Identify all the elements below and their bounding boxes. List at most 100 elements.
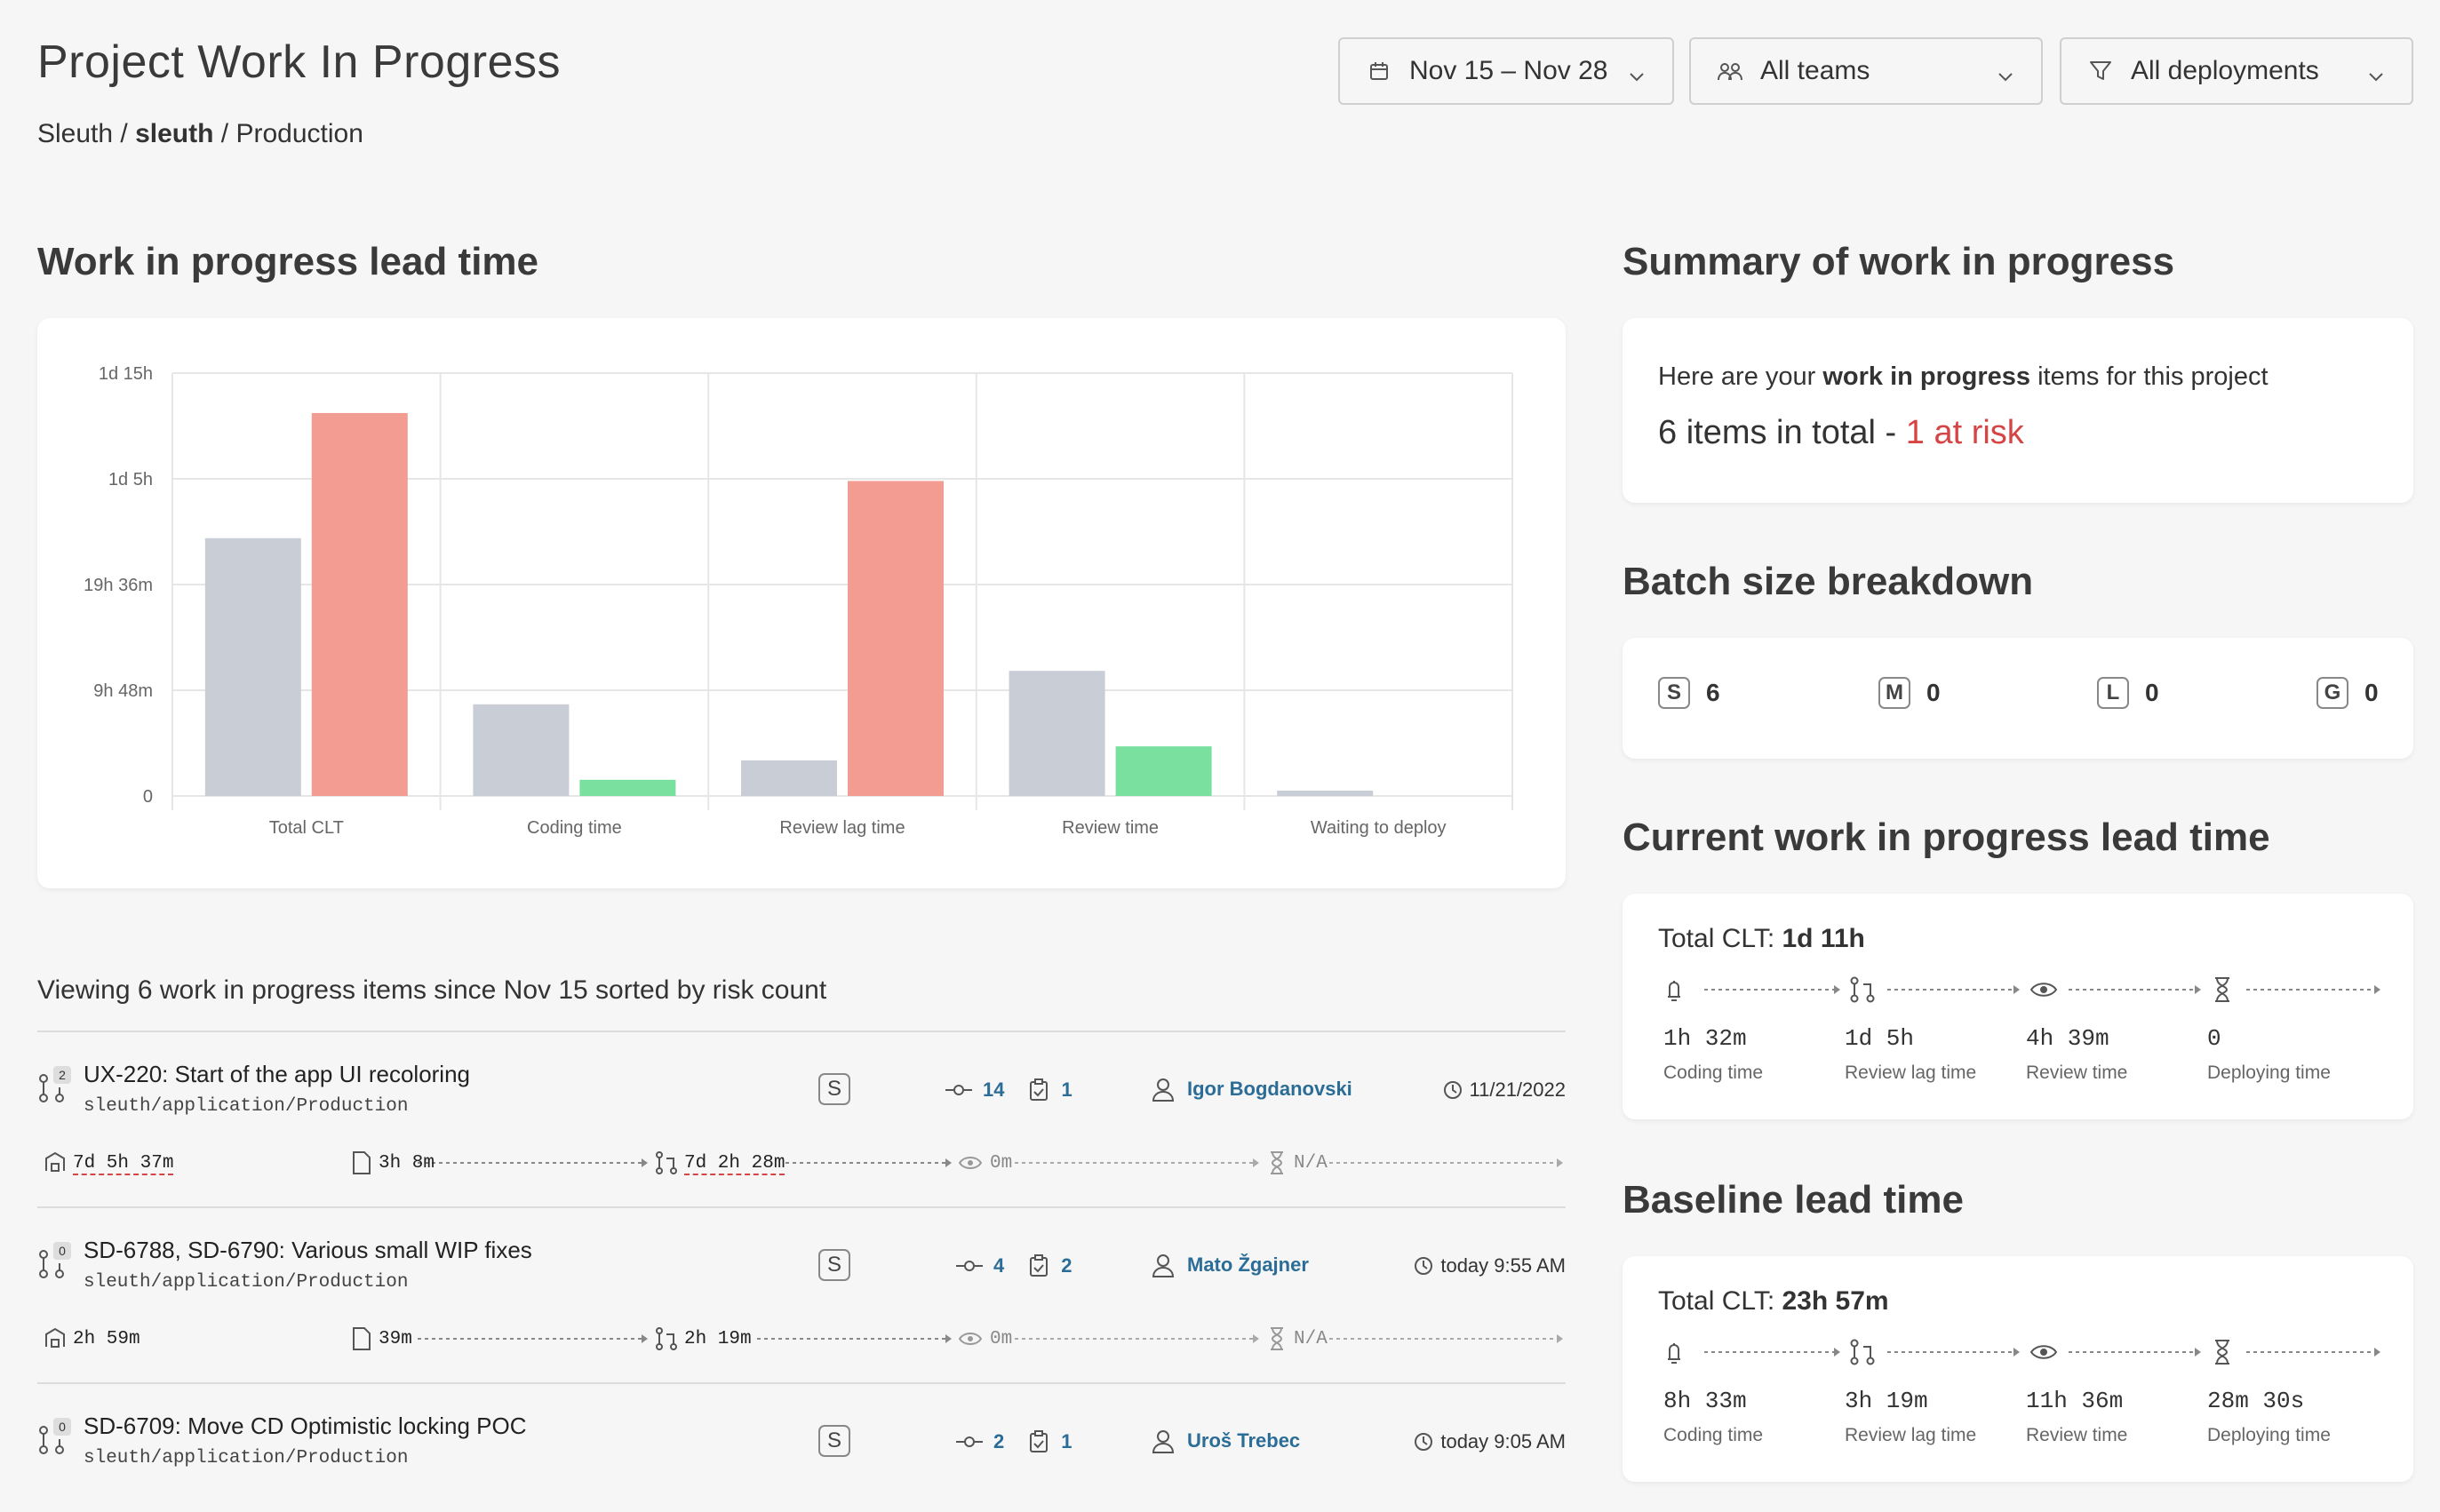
breadcrumb: Sleuth / sleuth / Production	[37, 119, 363, 148]
item-date: today 9:55 AM	[1414, 1254, 1566, 1277]
baseline-review-lag-value: 3h 19m	[1845, 1388, 1928, 1414]
current-review-lag-value: 1d 5h	[1845, 1025, 1915, 1052]
bar-current	[1115, 746, 1212, 796]
wip-chart-card: 0 9h 48m 19h 36m 1d 5h 1d 15h Total CLT Coding…	[37, 318, 1566, 888]
eye-icon	[2029, 983, 2058, 997]
item-path: sleuth/application/Production	[84, 1096, 409, 1117]
baseline-review-value: 11h 36m	[2026, 1388, 2124, 1414]
teams-filter[interactable]: All teams	[1689, 37, 2043, 105]
batch-count: 0	[1926, 679, 1941, 706]
batch-count: 0	[2145, 679, 2159, 706]
viewing-text: Viewing 6 work in progress items since N…	[37, 975, 827, 1005]
x-category-label: Review time	[1062, 818, 1159, 838]
batch-item-g: G0	[2316, 677, 2379, 709]
author[interactable]: Mato Žgajner	[1152, 1253, 1309, 1277]
batch-item-l: L0	[2097, 677, 2159, 709]
batch-badge: S	[818, 1249, 850, 1281]
item-date: today 9:05 AM	[1414, 1430, 1566, 1453]
current-review-value: 4h 39m	[2026, 1025, 2109, 1052]
batch-count: 0	[2364, 679, 2379, 706]
item-title[interactable]: SD-6788, SD-6790: Various small WIP fixe…	[84, 1237, 532, 1264]
eye-icon	[958, 1333, 983, 1345]
list-item[interactable]: 2	[37, 1031, 1566, 1206]
pull-request-icon: 0	[39, 1418, 71, 1454]
pull-request-icon	[1850, 1339, 1875, 1365]
user-icon	[1152, 1254, 1175, 1277]
commits-count[interactable]: 14 1	[945, 1078, 1072, 1102]
file-icon	[353, 1327, 371, 1350]
item-path: sleuth/application/Production	[84, 1448, 409, 1468]
deploy-icon	[45, 1327, 65, 1348]
deployments-value: All deployments	[2131, 56, 2319, 85]
current-clt: Total CLT: 1d 11h	[1658, 924, 1865, 953]
pr-count: 2	[59, 1068, 66, 1082]
item-flow	[45, 1151, 1563, 1174]
list-item[interactable]: 0	[37, 1382, 1566, 1512]
deploy-icon	[45, 1151, 65, 1172]
date-range-filter[interactable]: Nov 15 – Nov 28	[1338, 37, 1674, 105]
eye-icon	[2029, 1345, 2058, 1359]
bar-baseline	[1277, 790, 1374, 796]
pull-request-icon: 0	[39, 1242, 71, 1278]
clock-icon	[1443, 1081, 1462, 1099]
bar-baseline	[204, 537, 301, 796]
x-category-label: Total CLT	[269, 818, 344, 838]
user-icon	[1152, 1430, 1175, 1453]
batch-heading: Batch size breakdown	[1623, 560, 2034, 603]
item-title[interactable]: SD-6709: Move CD Optimistic locking POC	[84, 1413, 526, 1440]
pull-request-icon	[656, 1151, 677, 1174]
wip-chart-heading: Work in progress lead time	[37, 240, 539, 283]
review-lag-time: 2h 19m	[684, 1329, 752, 1349]
issue-icon	[1030, 1254, 1049, 1277]
date-range-value: Nov 15 – Nov 28	[1409, 56, 1608, 85]
author[interactable]: Igor Bogdanovski	[1152, 1077, 1352, 1102]
page-title: Project Work In Progress	[37, 36, 562, 88]
breadcrumb-env[interactable]: Production	[235, 119, 363, 148]
current-lt-flow	[1668, 976, 2380, 1003]
bar-baseline	[1009, 671, 1105, 796]
clock-icon	[1415, 1433, 1433, 1451]
deploy-time: N/A	[1294, 1153, 1328, 1174]
deployments-filter[interactable]: All deployments	[2060, 37, 2413, 105]
current-coding-label: Coding time	[1663, 1062, 1764, 1083]
batch-badge: S	[1658, 677, 1690, 709]
item-flow	[45, 1327, 1563, 1350]
pull-request-icon	[1850, 976, 1875, 1003]
baseline-deploy-value: 28m 30s	[2207, 1388, 2305, 1414]
batch-badge: S	[818, 1425, 850, 1457]
commit-icon	[956, 1436, 983, 1447]
y-tick-label: 0	[143, 787, 153, 807]
bar-baseline	[473, 704, 570, 796]
batch-item-s: S6	[1658, 677, 1720, 709]
list-item[interactable]: 0	[37, 1206, 1566, 1382]
baseline-lt-heading: Baseline lead time	[1623, 1178, 1964, 1222]
filter-icon	[2088, 59, 2113, 84]
y-tick-label: 19h 36m	[84, 576, 153, 595]
current-coding-value: 1h 32m	[1663, 1025, 1747, 1052]
deploy-time: N/A	[1294, 1329, 1328, 1349]
pr-count: 0	[59, 1420, 66, 1434]
breadcrumb-project[interactable]: sleuth	[135, 119, 213, 148]
summary-intro: Here are your work in progress items for…	[1658, 362, 2269, 391]
item-title[interactable]: UX-220: Start of the app UI recoloring	[84, 1061, 470, 1088]
bar-current	[848, 481, 944, 796]
batch-badge: L	[2097, 677, 2129, 709]
bell-icon	[1668, 981, 1680, 1001]
baseline-lt-flow	[1668, 1339, 2380, 1365]
teams-value: All teams	[1760, 56, 1870, 85]
summary-card	[1623, 318, 2413, 503]
batch-item-m: M0	[1878, 677, 1941, 709]
chevron-down-icon	[1628, 62, 1646, 92]
author[interactable]: Uroš Trebec	[1152, 1428, 1300, 1453]
at-risk-count[interactable]: 1 at risk	[1906, 414, 2024, 451]
current-deploy-value: 0	[2207, 1025, 2221, 1052]
batch-badge: M	[1878, 677, 1910, 709]
breadcrumb-org[interactable]: Sleuth	[37, 119, 113, 148]
hourglass-icon	[1271, 1151, 1283, 1174]
commits-count[interactable]: 2 1	[956, 1430, 1072, 1453]
pull-request-icon: 2	[39, 1066, 71, 1102]
commit-icon	[945, 1085, 972, 1095]
item-date: 11/21/2022	[1443, 1078, 1566, 1102]
bar-current	[579, 779, 676, 796]
commits-count[interactable]: 4 2	[956, 1254, 1072, 1277]
